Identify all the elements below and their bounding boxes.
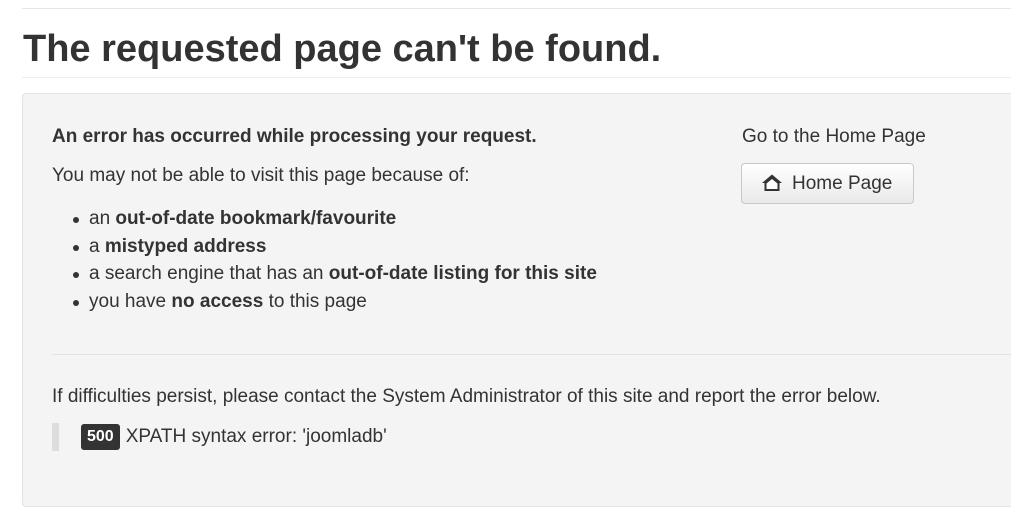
contact-admin-text: If difficulties persist, please contact … (52, 386, 881, 407)
error-code-badge: 500 (81, 424, 120, 450)
reason-list: an out-of-date bookmark/favourite a mist… (52, 205, 597, 316)
home-page-button-label: Home Page (792, 173, 893, 194)
title-divider (22, 77, 1011, 78)
error-panel: An error has occurred while processing y… (22, 93, 1011, 507)
reason-emphasis: no access (171, 291, 264, 313)
reason-intro: You may not be able to visit this page b… (52, 165, 470, 186)
reason-emphasis: mistyped address (104, 235, 267, 257)
reason-item: a search engine that has an out-of-date … (52, 260, 597, 288)
reason-item: an out-of-date bookmark/favourite (52, 205, 597, 233)
error-blockquote: 500 XPATH syntax error: 'joomladb' (52, 423, 387, 451)
home-icon (761, 173, 783, 193)
home-page-button[interactable]: Home Page (741, 163, 914, 204)
home-page-label: Go to the Home Page (742, 126, 926, 147)
page-title: The requested page can't be found. (23, 28, 662, 70)
section-divider (52, 354, 1011, 355)
reason-emphasis: out-of-date bookmark/favourite (115, 208, 397, 229)
reason-item: you have no access to this page (52, 288, 597, 316)
error-heading: An error has occurred while processing y… (52, 126, 537, 147)
error-message: XPATH syntax error: 'joomladb' (125, 426, 387, 447)
reason-emphasis: out-of-date listing for this site (328, 263, 597, 285)
reason-item: a mistyped address (52, 233, 597, 261)
top-divider (22, 8, 1011, 9)
